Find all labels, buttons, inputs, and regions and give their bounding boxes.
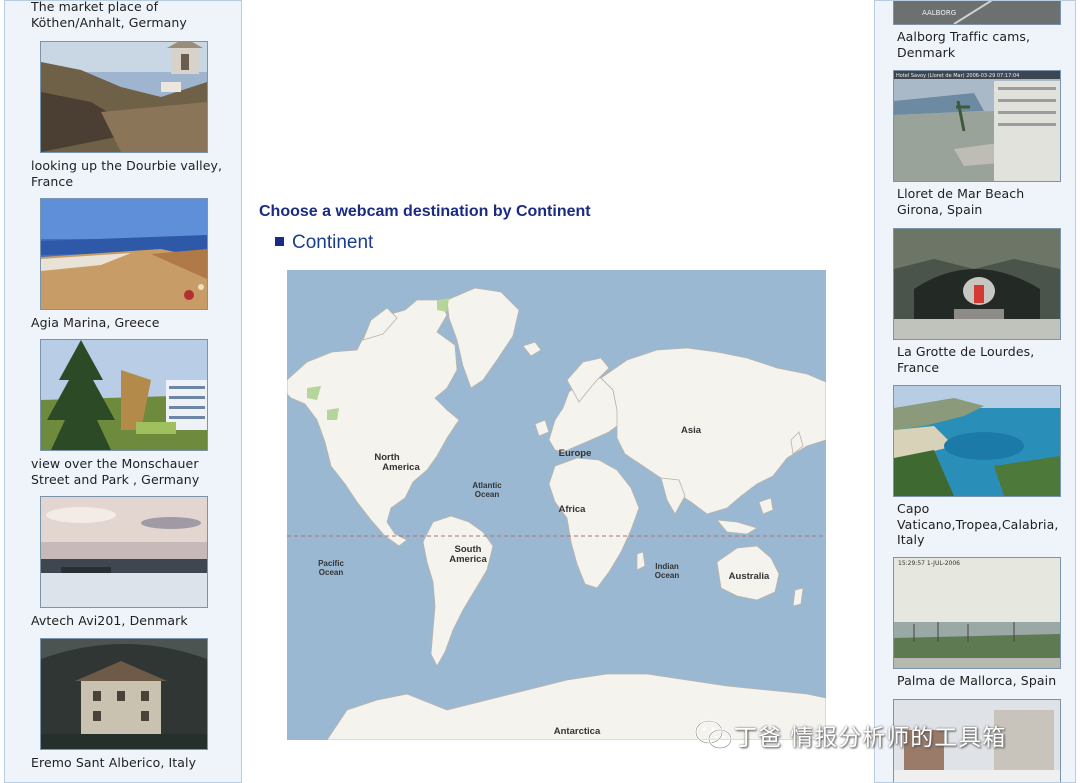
continent-label[interactable]: Continent: [292, 232, 373, 253]
square-bullet-icon: [275, 237, 284, 246]
wechat-icon: [694, 719, 733, 750]
svg-text:America: America: [449, 554, 487, 565]
webcam-thumbnail[interactable]: [40, 339, 208, 451]
left-webcam-sidebar: The market place of Köthen/Anhalt, Germa…: [4, 0, 242, 783]
map-label-pacific-2: Ocean: [319, 568, 344, 577]
svg-text:Ocean: Ocean: [655, 571, 680, 580]
webcam-thumbnail[interactable]: [893, 228, 1061, 340]
webcam-caption[interactable]: Palma de Mallorca, Spain: [897, 673, 1072, 689]
map-label-europe[interactable]: Europe: [559, 448, 592, 459]
svg-text:Pacific: Pacific: [318, 559, 344, 568]
webcam-caption[interactable]: Aalborg Traffic cams, Denmark: [897, 29, 1072, 60]
webcam-thumbnail[interactable]: [40, 198, 208, 310]
svg-text:America: America: [382, 462, 420, 473]
map-label-south-america-2[interactable]: America: [449, 554, 487, 565]
webcam-item-avtech[interactable]: Avtech Avi201, Denmark: [5, 496, 236, 629]
webcam-overlay-text: AALBORG: [922, 9, 956, 17]
right-webcam-sidebar: AALBORG Aalborg Traffic cams, Denmark Ho…: [874, 0, 1076, 783]
webcam-thumbnail[interactable]: [40, 638, 208, 750]
webcam-item-kothen[interactable]: The market place of Köthen/Anhalt, Germa…: [5, 1, 236, 30]
webcam-item-agia-marina[interactable]: Agia Marina, Greece: [5, 198, 236, 331]
webcam-item-lourdes[interactable]: La Grotte de Lourdes, France: [875, 228, 1072, 375]
webcam-overlay-text: Hotel Savoy (Lloret de Mar) 2006-03-29 0…: [896, 73, 1019, 79]
webcam-caption[interactable]: Agia Marina, Greece: [31, 315, 236, 331]
svg-text:Antarctica: Antarctica: [554, 726, 601, 737]
svg-text:Asia: Asia: [681, 425, 702, 436]
webcam-caption[interactable]: The market place of Köthen/Anhalt, Germa…: [31, 1, 236, 30]
map-label-australia[interactable]: Australia: [729, 571, 770, 582]
webcam-item-monschau[interactable]: view over the Monschauer Street and Park…: [5, 339, 236, 487]
map-label-indian-2: Ocean: [655, 571, 680, 580]
map-label-antarctica[interactable]: Antarctica: [554, 726, 601, 737]
webcam-item-dourbie[interactable]: looking up the Dourbie valley, France: [5, 41, 236, 189]
svg-text:Africa: Africa: [559, 504, 587, 515]
webcam-thumbnail[interactable]: 15:29:57 1-JUL-2006: [893, 557, 1061, 669]
svg-text:Indian: Indian: [655, 562, 679, 571]
webcam-thumbnail[interactable]: Hotel Savoy (Lloret de Mar) 2006-03-29 0…: [893, 70, 1061, 182]
webcam-overlay-text: 15:29:57 1-JUL-2006: [898, 560, 960, 567]
svg-text:Ocean: Ocean: [475, 490, 500, 499]
webcam-caption[interactable]: Eremo Sant Alberico, Italy: [31, 755, 236, 771]
svg-text:Europe: Europe: [559, 448, 592, 459]
webcam-item-capo-vaticano[interactable]: Capo Vaticano,Tropea,Calabria, Italy: [875, 385, 1072, 548]
webcam-caption[interactable]: La Grotte de Lourdes, France: [897, 344, 1072, 375]
map-label-pacific-1: Pacific: [318, 559, 344, 568]
webcam-item-palma[interactable]: 15:29:57 1-JUL-2006 Palma de Mallorca, S…: [875, 557, 1072, 689]
webcam-thumbnail[interactable]: [40, 496, 208, 608]
webcam-caption[interactable]: Capo Vaticano,Tropea,Calabria, Italy: [897, 501, 1072, 548]
watermark-text: 丁爸 情报分析师的工具箱: [734, 725, 1007, 751]
svg-text:Atlantic: Atlantic: [472, 481, 502, 490]
continent-link[interactable]: Continent: [275, 232, 373, 254]
svg-text:Australia: Australia: [729, 571, 770, 582]
wechat-watermark: 丁爸 情报分析师的工具箱: [694, 717, 1006, 753]
webcam-thumbnail[interactable]: [40, 41, 208, 153]
main-content: Choose a webcam destination by Continent…: [242, 0, 874, 783]
map-label-africa[interactable]: Africa: [559, 504, 587, 515]
webcam-thumbnail[interactable]: [893, 385, 1061, 497]
webcam-caption[interactable]: view over the Monschauer Street and Park…: [31, 456, 236, 487]
webcam-caption[interactable]: looking up the Dourbie valley, France: [31, 158, 236, 189]
map-label-north-america-2[interactable]: America: [382, 462, 420, 473]
webcam-caption[interactable]: Lloret de Mar Beach Girona, Spain: [897, 186, 1072, 217]
webcam-thumbnail[interactable]: AALBORG: [893, 1, 1061, 25]
continent-heading: Choose a webcam destination by Continent: [259, 203, 591, 220]
webcam-item-eremo[interactable]: Eremo Sant Alberico, Italy: [5, 638, 236, 771]
webcam-item-aalborg[interactable]: AALBORG Aalborg Traffic cams, Denmark: [875, 1, 1072, 60]
map-label-indian-1: Indian: [655, 562, 679, 571]
map-label-atlantic-2: Ocean: [475, 490, 500, 499]
webcam-caption[interactable]: Avtech Avi201, Denmark: [31, 613, 236, 629]
svg-text:Ocean: Ocean: [319, 568, 344, 577]
world-continent-map[interactable]: North America South America Europe Afric…: [287, 270, 826, 740]
webcam-item-lloret[interactable]: Hotel Savoy (Lloret de Mar) 2006-03-29 0…: [875, 70, 1072, 217]
map-label-asia[interactable]: Asia: [681, 425, 702, 436]
map-label-atlantic-1: Atlantic: [472, 481, 502, 490]
